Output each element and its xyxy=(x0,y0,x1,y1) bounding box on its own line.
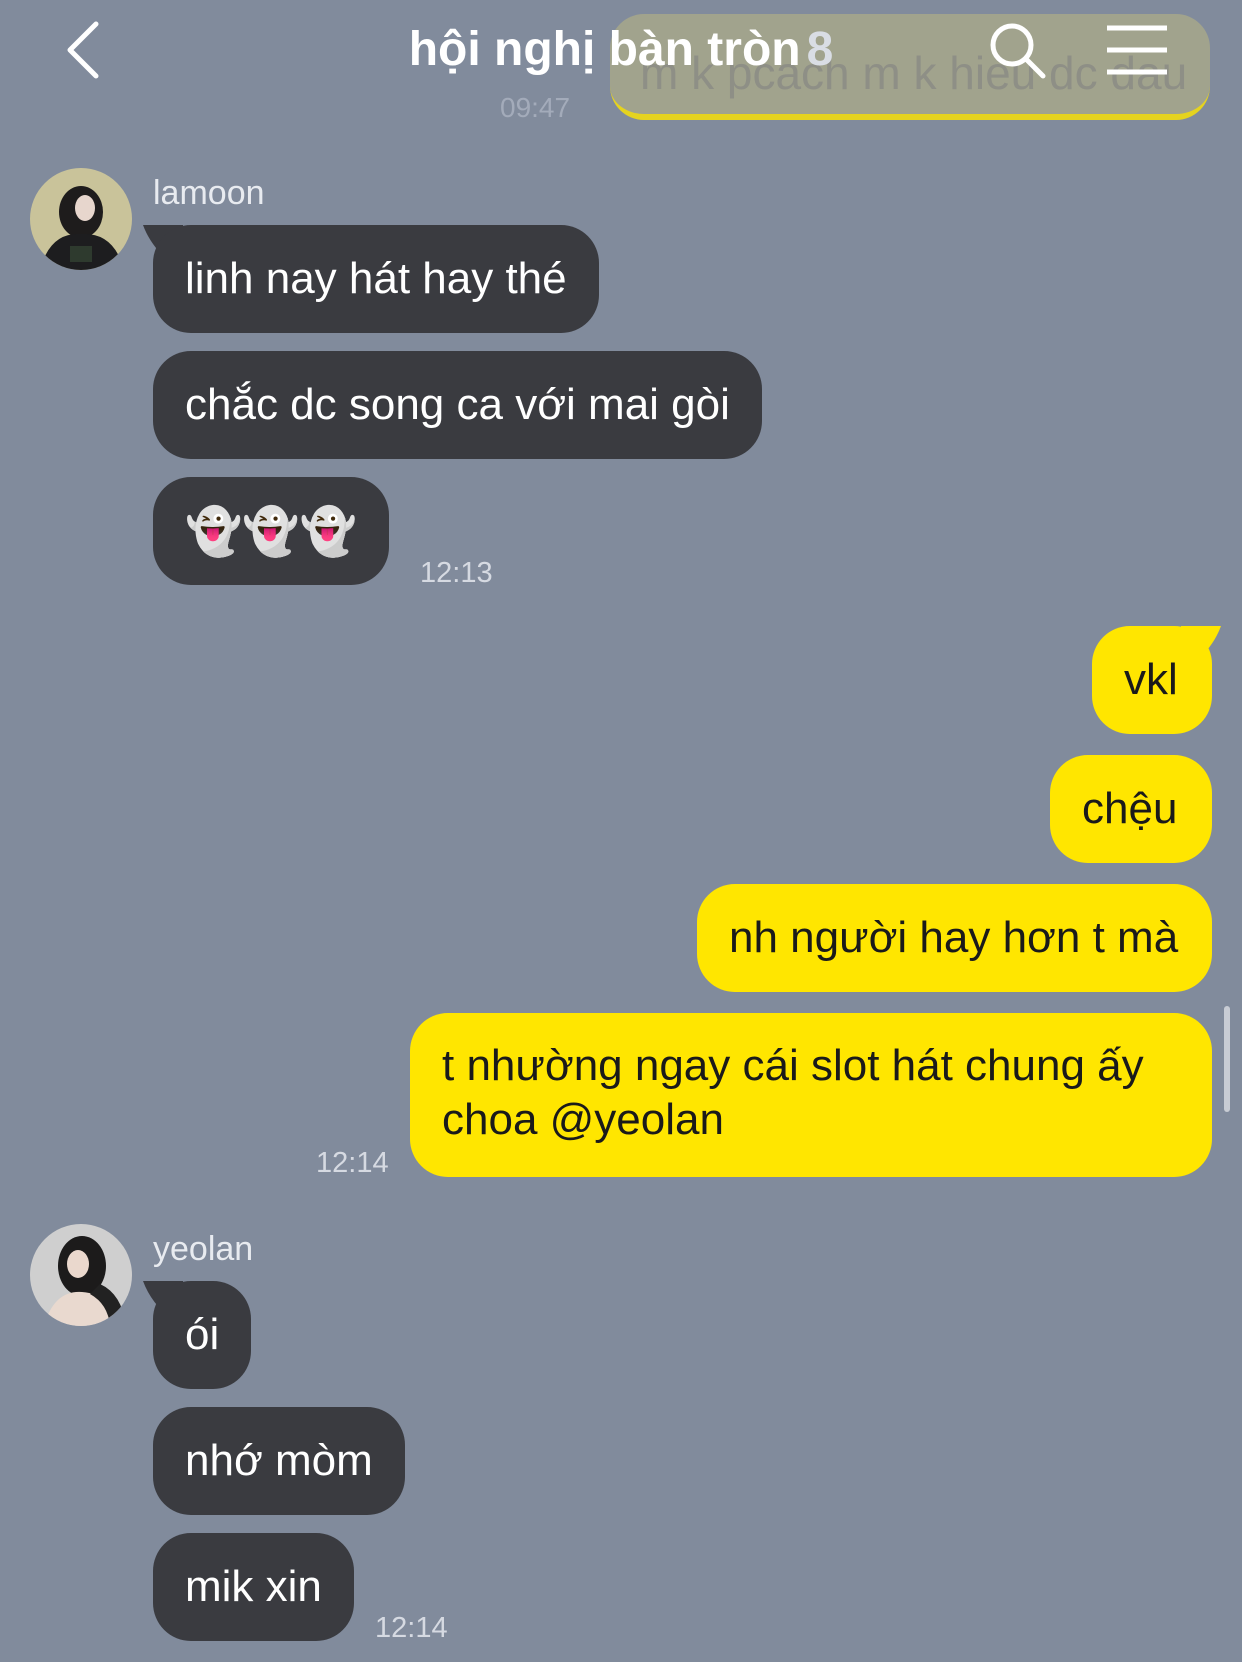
avatar[interactable] xyxy=(30,168,132,270)
hamburger-menu-icon[interactable] xyxy=(1105,22,1169,78)
chat-header: hội nghị bàn tròn 8 xyxy=(0,0,1242,120)
message-bubble[interactable]: nh người hay hơn t mà xyxy=(697,884,1212,992)
group-name: hội nghị bàn tròn xyxy=(408,23,801,76)
sender-name: lamoon xyxy=(153,174,265,212)
chat-title: hội nghị bàn tròn 8 xyxy=(0,22,1242,77)
message-time: 12:14 xyxy=(375,1612,448,1644)
message-bubble[interactable]: nhớ mòm xyxy=(153,1407,405,1515)
avatar[interactable] xyxy=(30,1224,132,1326)
message-bubble[interactable]: chắc dc song ca với mai gòi xyxy=(153,351,762,459)
message-bubble[interactable]: vkl xyxy=(1092,626,1212,734)
message-bubble[interactable]: chệu xyxy=(1050,755,1212,863)
scrollbar[interactable] xyxy=(1224,1006,1230,1112)
message-bubble[interactable]: ói xyxy=(153,1281,252,1389)
message-bubble[interactable]: t nhường ngay cái slot hát chung ấy choa… xyxy=(410,1013,1212,1177)
message-bubble[interactable]: linh nay hát hay thé xyxy=(153,225,599,333)
message-bubble[interactable]: 👻👻👻 xyxy=(153,477,389,585)
message-time: 12:13 xyxy=(420,557,493,589)
member-count: 8 xyxy=(806,23,834,76)
sender-name: yeolan xyxy=(153,1230,254,1268)
message-time: 12:14 xyxy=(316,1147,389,1179)
search-icon[interactable] xyxy=(985,18,1049,82)
message-bubble[interactable]: mik xin xyxy=(153,1533,354,1641)
